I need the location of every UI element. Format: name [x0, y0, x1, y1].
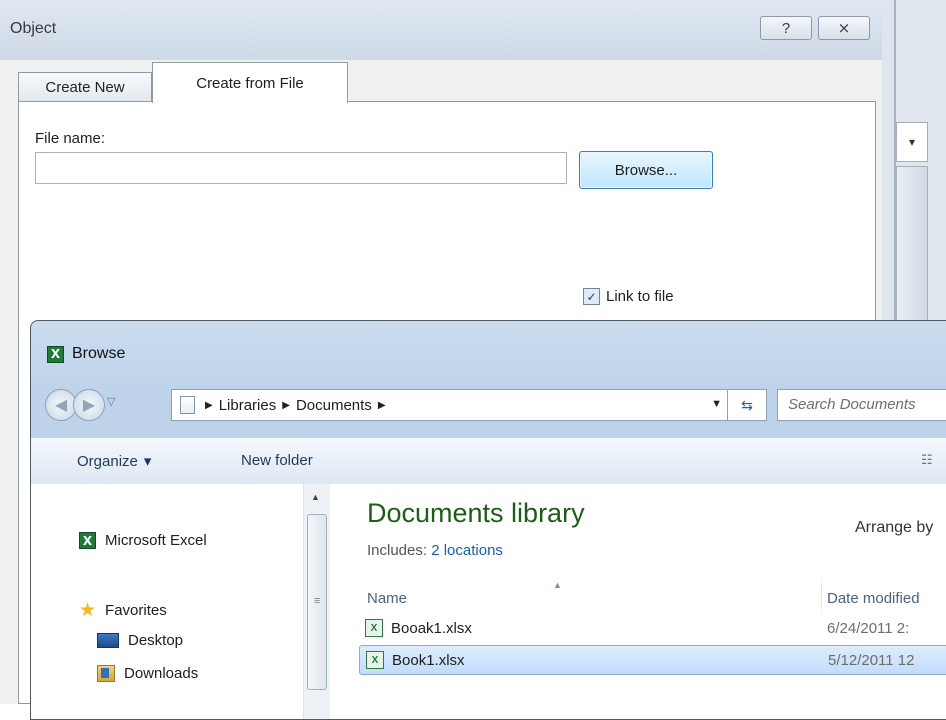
link-to-file-checkbox-row[interactable]: ✓ Link to file [583, 288, 674, 305]
tab-create-new[interactable]: Create New [18, 72, 152, 102]
column-header: ▲ Name Date modified [331, 580, 946, 612]
column-date-modified[interactable]: Date modified [827, 590, 920, 607]
xlsx-file-icon: X [365, 619, 383, 637]
locations-link[interactable]: 2 locations [431, 542, 503, 559]
nav-item-microsoft-excel[interactable]: X Microsoft Excel [79, 532, 207, 549]
grip-icon: ≡ [314, 595, 321, 607]
arrow-left-icon: ◀ [54, 397, 68, 414]
browse-button[interactable]: Browse... [579, 151, 713, 189]
excel-icon: X [79, 532, 96, 549]
object-dialog-titlebar: Object ? ⨯ [0, 0, 882, 60]
link-to-file-label: Link to file [606, 288, 674, 305]
breadcrumb-separator-icon[interactable]: ▶ [282, 400, 290, 411]
nav-item-downloads[interactable]: Downloads [97, 665, 198, 682]
breadcrumb: ▶ Libraries ▶ Documents ▶ [205, 397, 386, 414]
nav-item-favorites[interactable]: ★ Favorites [79, 601, 167, 620]
file-name-label: File name: [35, 130, 106, 147]
file-date: 6/24/2011 2: [827, 619, 910, 637]
new-folder-button[interactable]: New folder [241, 452, 313, 469]
desktop-icon [97, 633, 119, 648]
recent-locations-dropdown[interactable]: ▽ [107, 395, 115, 408]
address-dropdown-icon[interactable]: ▼ [711, 398, 722, 410]
arrange-by-dropdown[interactable]: Arrange by [855, 519, 933, 537]
includes-label: Includes: [367, 542, 428, 559]
close-button[interactable]: ⨯ [818, 16, 870, 40]
nav-item-desktop[interactable]: Desktop [97, 632, 183, 649]
scrollbar-thumb[interactable]: ≡ [307, 514, 327, 690]
excel-icon: X [47, 345, 64, 363]
column-divider[interactable] [821, 582, 822, 610]
library-icon [180, 396, 195, 414]
navigation-pane: X Microsoft Excel ★ Favorites Desktop Do… [31, 484, 332, 719]
column-name[interactable]: Name [367, 590, 407, 607]
file-row-selected[interactable]: X Book1.xlsx 5/12/2011 12 [359, 645, 946, 675]
help-button[interactable]: ? [760, 16, 812, 40]
nav-item-label: Microsoft Excel [105, 532, 207, 549]
chevron-down-icon[interactable]: ▾ [896, 122, 928, 162]
tab-create-from-file[interactable]: Create from File [152, 62, 348, 103]
address-bar[interactable]: ▶ Libraries ▶ Documents ▶ ▼ ⇆ [171, 389, 767, 421]
help-icon: ? [781, 19, 791, 37]
breadcrumb-separator-icon[interactable]: ▶ [205, 400, 213, 411]
link-to-file-checkbox[interactable]: ✓ [583, 288, 600, 305]
file-name-input[interactable] [35, 152, 567, 184]
browse-dialog: X Browse ◀ ▶ ▽ ▶ Libraries ▶ Documents ▶… [30, 320, 946, 720]
command-bar: Organize ▾ New folder ☷ [31, 437, 946, 485]
organize-menu[interactable]: Organize ▾ [77, 452, 152, 471]
file-list-pane: Documents library Includes: 2 locations … [331, 484, 946, 719]
file-name: Book1.xlsx [392, 651, 465, 669]
refresh-icon[interactable]: ⇆ [727, 390, 766, 420]
forward-button[interactable]: ▶ [73, 389, 105, 421]
arrow-right-icon: ▶ [82, 397, 96, 414]
xlsx-file-icon: X [366, 651, 384, 669]
file-date: 5/12/2011 12 [828, 651, 915, 669]
search-input[interactable]: Search Documents [777, 389, 946, 421]
view-options-icon[interactable]: ☷ [921, 452, 933, 468]
scrollbar[interactable] [896, 166, 928, 326]
nav-item-label: Favorites [105, 602, 167, 619]
browse-dialog-titlebar: X Browse [47, 345, 125, 363]
file-row[interactable]: X Booak1.xlsx 6/24/2011 2: [359, 613, 946, 643]
organize-label: Organize [77, 452, 138, 470]
close-icon: ⨯ [837, 20, 851, 37]
nav-item-label: Downloads [124, 665, 199, 682]
breadcrumb-documents[interactable]: Documents [296, 397, 372, 414]
navigation-pane-scrollbar[interactable]: ▲ ≡ [303, 484, 330, 719]
downloads-icon [97, 665, 115, 682]
chevron-down-icon: ▾ [143, 453, 152, 470]
breadcrumb-libraries[interactable]: Libraries [219, 397, 277, 414]
browse-dialog-title: Browse [72, 345, 126, 362]
library-title: Documents library [367, 498, 585, 528]
star-icon: ★ [79, 600, 97, 621]
file-name: Booak1.xlsx [391, 619, 472, 637]
sort-ascending-icon: ▲ [553, 580, 562, 590]
library-includes: Includes: 2 locations [367, 542, 503, 559]
nav-item-label: Desktop [128, 632, 184, 649]
breadcrumb-separator-icon[interactable]: ▶ [378, 400, 386, 411]
object-dialog-title: Object [10, 20, 57, 37]
scroll-up-icon[interactable]: ▲ [311, 492, 320, 502]
